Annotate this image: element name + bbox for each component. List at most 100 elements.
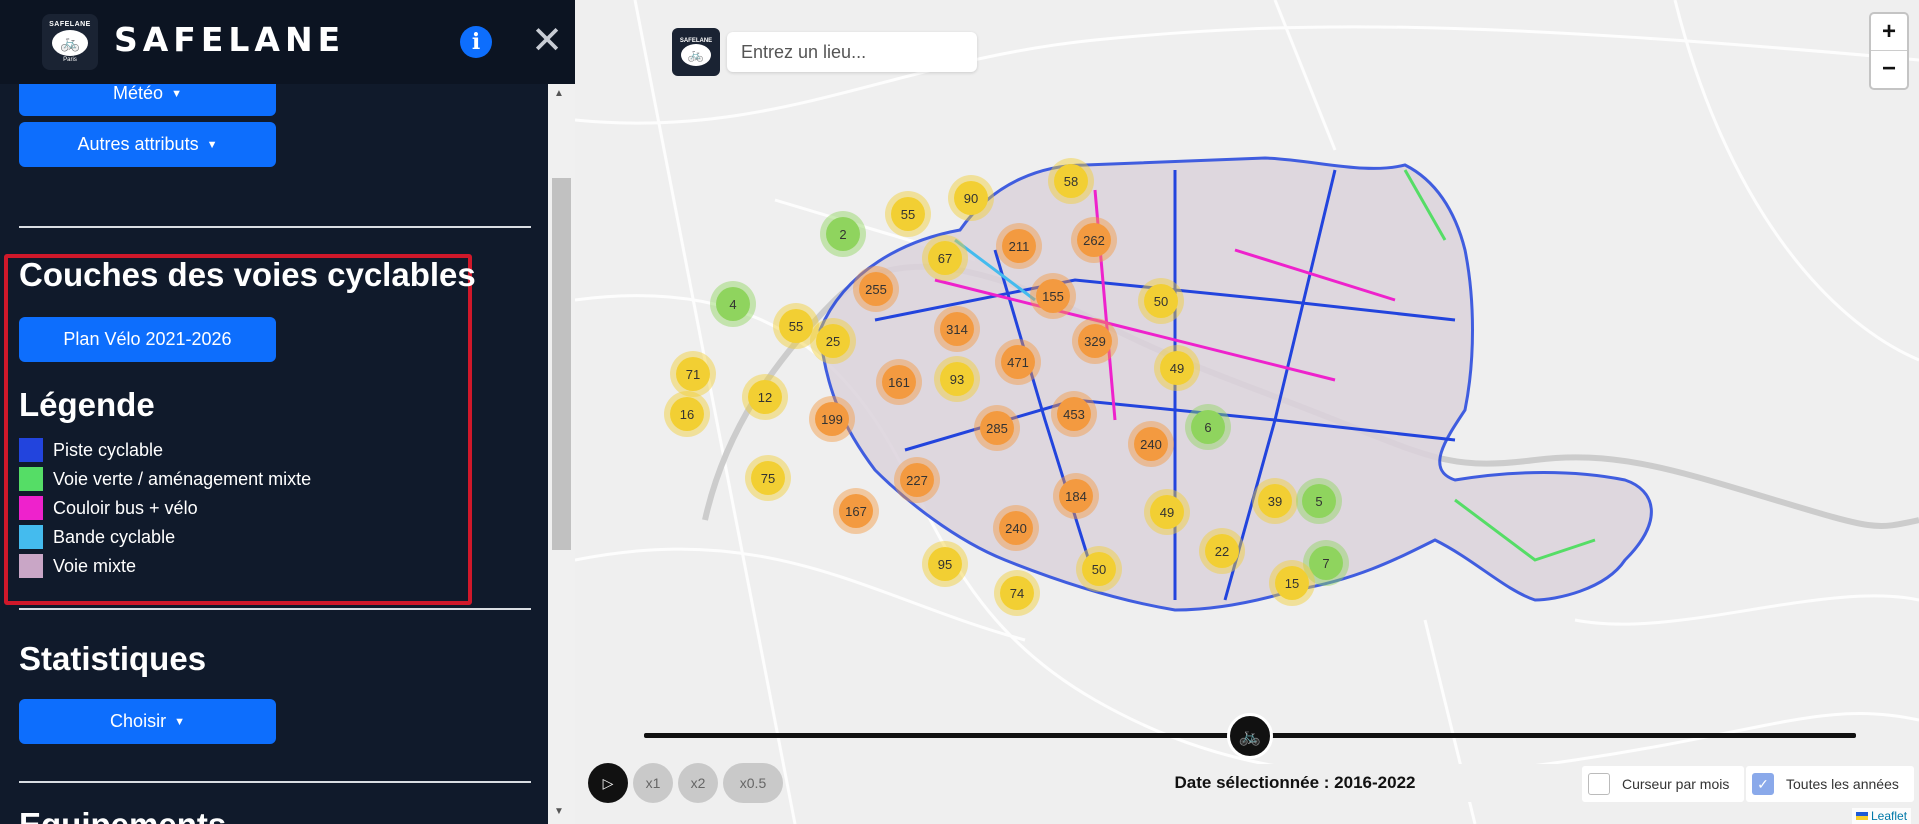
- cluster-count: 285: [986, 421, 1008, 436]
- cluster-marker[interactable]: 75: [745, 455, 791, 501]
- cluster-marker[interactable]: 262: [1071, 217, 1117, 263]
- cluster-marker[interactable]: 199: [809, 396, 855, 442]
- speed-x2-button[interactable]: x2: [678, 763, 718, 803]
- cluster-count: 255: [865, 282, 887, 297]
- cluster-marker[interactable]: 90: [948, 175, 994, 221]
- play-button[interactable]: ▷: [588, 763, 628, 803]
- cluster-count: 22: [1215, 544, 1229, 559]
- cluster-marker[interactable]: 16: [664, 391, 710, 437]
- all-years-label: Toutes les années: [1786, 776, 1899, 792]
- sidebar-scrollbar[interactable]: ▲ ▼: [548, 84, 575, 824]
- cluster-count: 167: [845, 504, 867, 519]
- couches-heading: Couches des voies cyclables: [19, 256, 476, 293]
- cluster-marker[interactable]: 95: [922, 541, 968, 587]
- legend-label: Voie mixte: [53, 555, 137, 576]
- cluster-count: 25: [826, 334, 840, 349]
- zoom-out-button[interactable]: −: [1871, 51, 1907, 87]
- cluster-count: 55: [789, 319, 803, 334]
- cluster-marker[interactable]: 15: [1269, 560, 1315, 606]
- cluster-count: 15: [1285, 576, 1299, 591]
- statistiques-heading: Statistiques: [19, 640, 207, 677]
- scroll-down-arrow-icon[interactable]: ▼: [554, 806, 564, 817]
- cluster-marker[interactable]: 471: [995, 339, 1041, 385]
- cluster-count: 6: [1204, 420, 1211, 435]
- map[interactable]: 58 90 55 2 211 262 67 255 155 50 4 55 25 314 329 471 49 7…: [575, 0, 1919, 824]
- scroll-up-arrow-icon[interactable]: ▲: [554, 88, 564, 99]
- speed-x05-button[interactable]: x0.5: [723, 763, 783, 803]
- cluster-marker[interactable]: 71: [670, 351, 716, 397]
- cluster-marker[interactable]: 55: [885, 191, 931, 237]
- cluster-marker[interactable]: 39: [1252, 478, 1298, 524]
- cluster-marker[interactable]: 167: [833, 488, 879, 534]
- autres-attributs-label: Autres attributs: [77, 134, 199, 154]
- cluster-marker[interactable]: 314: [934, 306, 980, 352]
- month-cursor-checkbox[interactable]: Curseur par mois: [1582, 766, 1744, 802]
- plan-velo-button[interactable]: Plan Vélo 2021-2026: [19, 317, 276, 362]
- cluster-marker[interactable]: 240: [1128, 421, 1174, 467]
- cluster-marker[interactable]: 58: [1048, 158, 1094, 204]
- cluster-count: 90: [964, 191, 978, 206]
- sidebar: SAFELANE 🚲 Paris SAFELANE i ✕ Météo ▼ Au…: [0, 0, 575, 824]
- all-years-checkbox[interactable]: ✓ Toutes les années: [1746, 766, 1914, 802]
- cluster-count: 471: [1007, 355, 1029, 370]
- cluster-count: 184: [1065, 489, 1087, 504]
- cluster-marker[interactable]: 2: [820, 211, 866, 257]
- zoom-in-button[interactable]: +: [1871, 14, 1907, 51]
- cluster-marker[interactable]: 227: [894, 457, 940, 503]
- checkbox-checked-icon[interactable]: ✓: [1752, 773, 1774, 795]
- meteo-dropdown-button[interactable]: Météo ▼: [19, 84, 276, 116]
- cluster-marker[interactable]: 22: [1199, 528, 1245, 574]
- cluster-count: 240: [1140, 437, 1162, 452]
- cluster-marker[interactable]: 211: [996, 223, 1042, 269]
- cluster-marker[interactable]: 285: [974, 405, 1020, 451]
- timeline-slider-handle[interactable]: 🚲: [1227, 713, 1273, 759]
- checkbox-unchecked-icon[interactable]: [1588, 773, 1610, 795]
- divider: [19, 226, 531, 228]
- cluster-marker[interactable]: 161: [876, 359, 922, 405]
- meteo-button-label: Météo: [113, 84, 164, 103]
- search-input[interactable]: [727, 32, 977, 72]
- cluster-marker[interactable]: 67: [922, 235, 968, 281]
- cluster-count: 453: [1063, 407, 1085, 422]
- cluster-count: 262: [1083, 233, 1105, 248]
- cluster-marker[interactable]: 240: [993, 505, 1039, 551]
- cluster-marker[interactable]: 184: [1053, 473, 1099, 519]
- ukraine-flag-icon: [1856, 812, 1868, 820]
- cluster-marker[interactable]: 4: [710, 281, 756, 327]
- cluster-marker[interactable]: 5: [1296, 478, 1342, 524]
- info-icon[interactable]: i: [460, 26, 492, 58]
- cluster-marker[interactable]: 50: [1076, 546, 1122, 592]
- cluster-count: 55: [901, 207, 915, 222]
- cluster-count: 50: [1154, 294, 1168, 309]
- legend-label: Bande cyclable: [53, 526, 176, 547]
- cluster-marker[interactable]: 93: [934, 356, 980, 402]
- autres-attributs-dropdown-button[interactable]: Autres attributs ▼: [19, 122, 276, 167]
- speed-x1-button[interactable]: x1: [633, 763, 673, 803]
- cluster-count: 240: [1005, 521, 1027, 536]
- cluster-marker[interactable]: 6: [1185, 404, 1231, 450]
- cluster-marker[interactable]: 49: [1144, 489, 1190, 535]
- cluster-count: 211: [1009, 239, 1030, 254]
- logo-text: SAFELANE: [49, 21, 91, 28]
- cluster-marker[interactable]: 329: [1072, 318, 1118, 364]
- scroll-thumb[interactable]: [552, 178, 571, 550]
- choisir-dropdown-button[interactable]: Choisir ▼: [19, 699, 276, 744]
- close-icon[interactable]: ✕: [530, 20, 564, 62]
- cluster-marker[interactable]: 50: [1138, 278, 1184, 324]
- play-icon: ▷: [602, 774, 614, 791]
- cluster-marker[interactable]: 155: [1030, 273, 1076, 319]
- cluster-marker[interactable]: 49: [1154, 345, 1200, 391]
- zoom-control: + −: [1869, 12, 1909, 90]
- cluster-marker[interactable]: 25: [810, 318, 856, 364]
- cluster-marker[interactable]: 74: [994, 570, 1040, 616]
- cluster-marker[interactable]: 255: [853, 266, 899, 312]
- map-canvas[interactable]: 5890552211 26267255 155 5045525314329471 497…: [575, 0, 1919, 824]
- cluster-marker[interactable]: 453: [1051, 391, 1097, 437]
- choisir-label: Choisir: [110, 711, 167, 731]
- cluster-marker[interactable]: 12: [742, 374, 788, 420]
- map-attribution[interactable]: Leaflet: [1852, 808, 1912, 824]
- cluster-count: 314: [946, 322, 968, 337]
- cluster-count: 75: [761, 471, 775, 486]
- attribution-link[interactable]: Leaflet: [1871, 809, 1907, 823]
- cluster-count: 4: [729, 297, 736, 312]
